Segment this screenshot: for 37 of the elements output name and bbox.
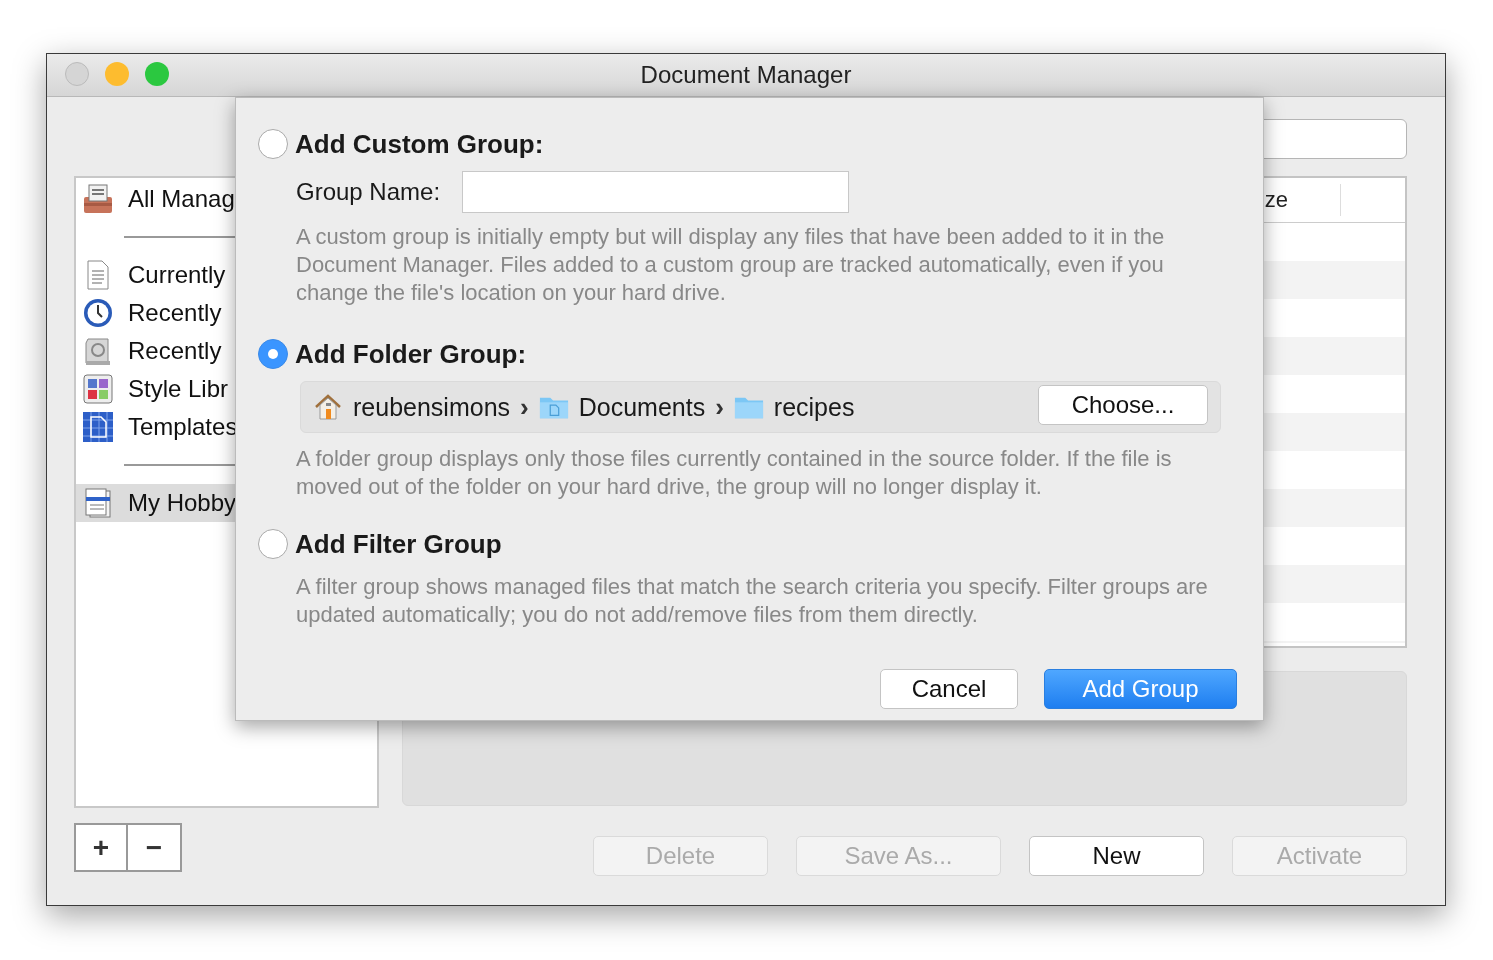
group-name-field[interactable]	[462, 171, 850, 213]
option-description: A filter group shows managed files that match the search criteria you specify. Filter groups are updated automatically; you do not add/remove files from them directly.	[296, 573, 1209, 629]
action-button[interactable]: New	[1029, 836, 1204, 876]
path-segment[interactable]: Documents	[578, 392, 706, 422]
option-title: Add Filter Group	[295, 528, 502, 560]
minimize-button[interactable]	[105, 62, 129, 86]
blueprint-icon	[82, 411, 114, 443]
item-label: Templates	[128, 413, 238, 441]
item-label: Currently	[128, 261, 226, 289]
dialog-button[interactable]: Cancel	[880, 669, 1018, 709]
choose-button[interactable]: Choose...	[1038, 385, 1208, 425]
path-segment[interactable]: reubensimons	[353, 392, 511, 422]
item-label: Style Libr	[128, 375, 229, 403]
field-label: Group Name:	[296, 178, 441, 206]
list-button[interactable]: +	[74, 823, 128, 872]
option-description: A custom group is initially empty but will display any files that have been added to it in the Document Manager. Files added to a custom group are tracked automatically, even if you change the file's location on your hard drive.	[296, 223, 1166, 307]
document-stack-icon	[82, 487, 114, 519]
radio-button[interactable]	[258, 129, 288, 159]
house-icon	[313, 393, 343, 421]
close-button[interactable]	[65, 62, 89, 86]
radio-button[interactable]	[258, 339, 288, 369]
item-label: All Manag	[128, 185, 235, 213]
path-segment[interactable]: recipes	[773, 392, 855, 422]
item-label: Recently	[128, 299, 222, 327]
zoom-button[interactable]	[145, 62, 169, 86]
item-label: My Hobby	[128, 489, 237, 517]
option-title: Add Folder Group:	[295, 338, 527, 370]
tray-icon	[82, 183, 114, 215]
path-separator: ›	[715, 391, 724, 423]
item-label: Recently	[128, 337, 222, 365]
list-button[interactable]: −	[128, 823, 182, 872]
option-title: Add Custom Group:	[295, 128, 544, 160]
color-grid-icon	[82, 373, 114, 405]
window-title: Document Manager	[640, 61, 852, 89]
path-separator: ›	[520, 391, 529, 423]
clock-icon	[82, 297, 114, 329]
radio-button[interactable]	[258, 529, 288, 559]
